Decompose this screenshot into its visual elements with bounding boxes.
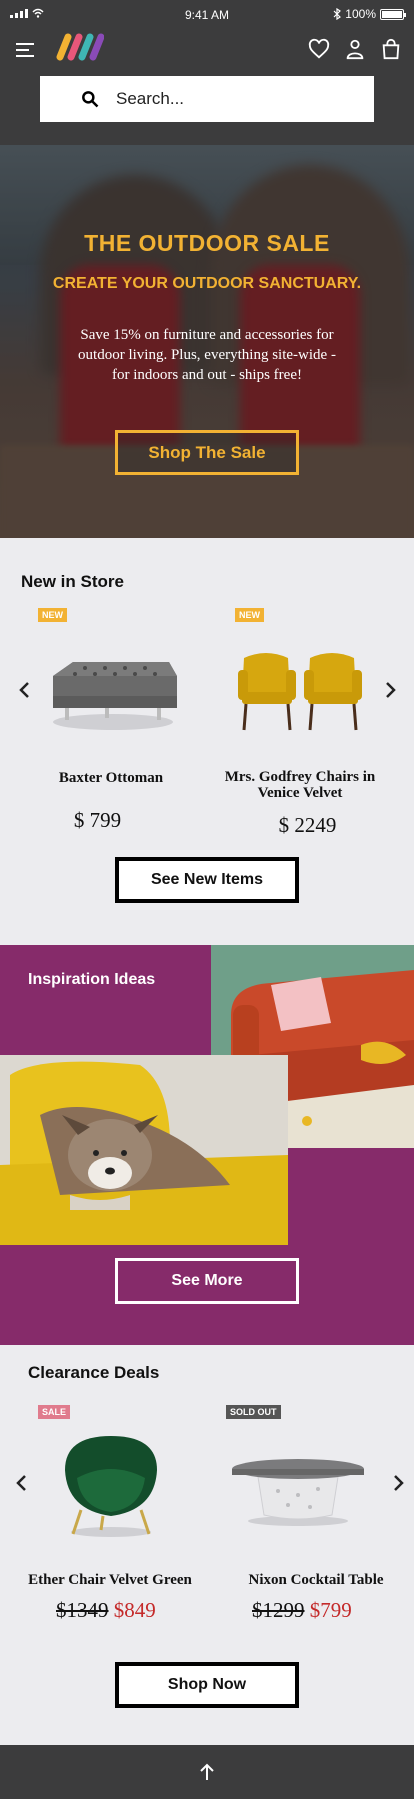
product-price: $ 2249	[278, 813, 337, 837]
sale-price: $849	[113, 1598, 156, 1622]
cocktail-table-image[interactable]	[228, 1455, 368, 1527]
product-name[interactable]: Baxter Ottoman	[20, 770, 202, 786]
heart-icon[interactable]	[308, 38, 330, 60]
logo[interactable]	[56, 31, 104, 61]
nav-row	[0, 28, 414, 73]
inspiration-section: Inspiration Ideas See More	[0, 945, 414, 1345]
top-bar: 9:41 AM 100%	[0, 0, 414, 145]
product-price: $ 799	[73, 808, 122, 832]
hero-subtitle: CREATE YOUR OUTDOOR SANCTUARY.	[52, 275, 362, 292]
hero-title: THE OUTDOOR SALE	[84, 230, 330, 256]
carousel-prev-icon[interactable]	[17, 680, 31, 700]
sale-price: $799	[309, 1598, 352, 1622]
search-icon	[82, 91, 99, 108]
new-in-store-title: New in Store	[21, 572, 124, 591]
old-price: $1299	[252, 1598, 305, 1622]
sale-badge: SALE	[38, 1405, 71, 1419]
new-badge: NEW	[235, 608, 264, 622]
clearance-title: Clearance Deals	[28, 1363, 160, 1382]
battery-percent: 100%	[345, 7, 376, 21]
bag-icon[interactable]	[380, 38, 402, 60]
sold-out-badge: SOLD OUT	[226, 1405, 281, 1419]
old-price: $1349	[56, 1598, 109, 1622]
see-more-button[interactable]: See More	[115, 1258, 299, 1304]
product-name[interactable]: Mrs. Godfrey Chairs in Venice Velvet	[210, 769, 390, 801]
status-right: 100%	[333, 7, 406, 21]
battery-icon	[380, 8, 406, 20]
user-icon[interactable]	[344, 38, 366, 60]
see-new-items-button[interactable]: See New Items	[115, 857, 299, 903]
menu-icon[interactable]	[16, 43, 34, 57]
product-price: $1299 $799	[220, 1598, 410, 1623]
inspiration-title: Inspiration Ideas	[28, 971, 156, 988]
shop-the-sale-button[interactable]: Shop The Sale	[115, 430, 299, 475]
carousel-next-icon[interactable]	[392, 1473, 406, 1493]
footer-bar	[0, 1745, 414, 1799]
hero-body: Save 15% on furniture and accessories fo…	[78, 327, 336, 383]
dog-on-chair-image[interactable]	[0, 1055, 288, 1245]
green-chair-image[interactable]	[55, 1430, 167, 1542]
carousel-prev-icon[interactable]	[14, 1473, 28, 1493]
product-name[interactable]: Ether Chair Velvet Green	[14, 1572, 206, 1588]
product-price: $1349 $849	[20, 1598, 220, 1623]
hero-banner: THE OUTDOOR SALE CREATE YOUR OUTDOOR SAN…	[0, 145, 414, 538]
product-name[interactable]: Nixon Cocktail Table	[224, 1572, 408, 1588]
status-bar: 9:41 AM 100%	[0, 0, 414, 28]
carousel-next-icon[interactable]	[384, 680, 398, 700]
new-badge: NEW	[38, 608, 67, 622]
arrow-up-icon[interactable]	[197, 1762, 217, 1782]
yellow-chairs-image[interactable]	[236, 648, 368, 738]
search-bar[interactable]	[40, 76, 374, 122]
search-input[interactable]	[116, 89, 346, 109]
shop-now-button[interactable]: Shop Now	[115, 1662, 299, 1708]
ottoman-image[interactable]	[45, 640, 180, 740]
bluetooth-icon	[333, 8, 342, 20]
